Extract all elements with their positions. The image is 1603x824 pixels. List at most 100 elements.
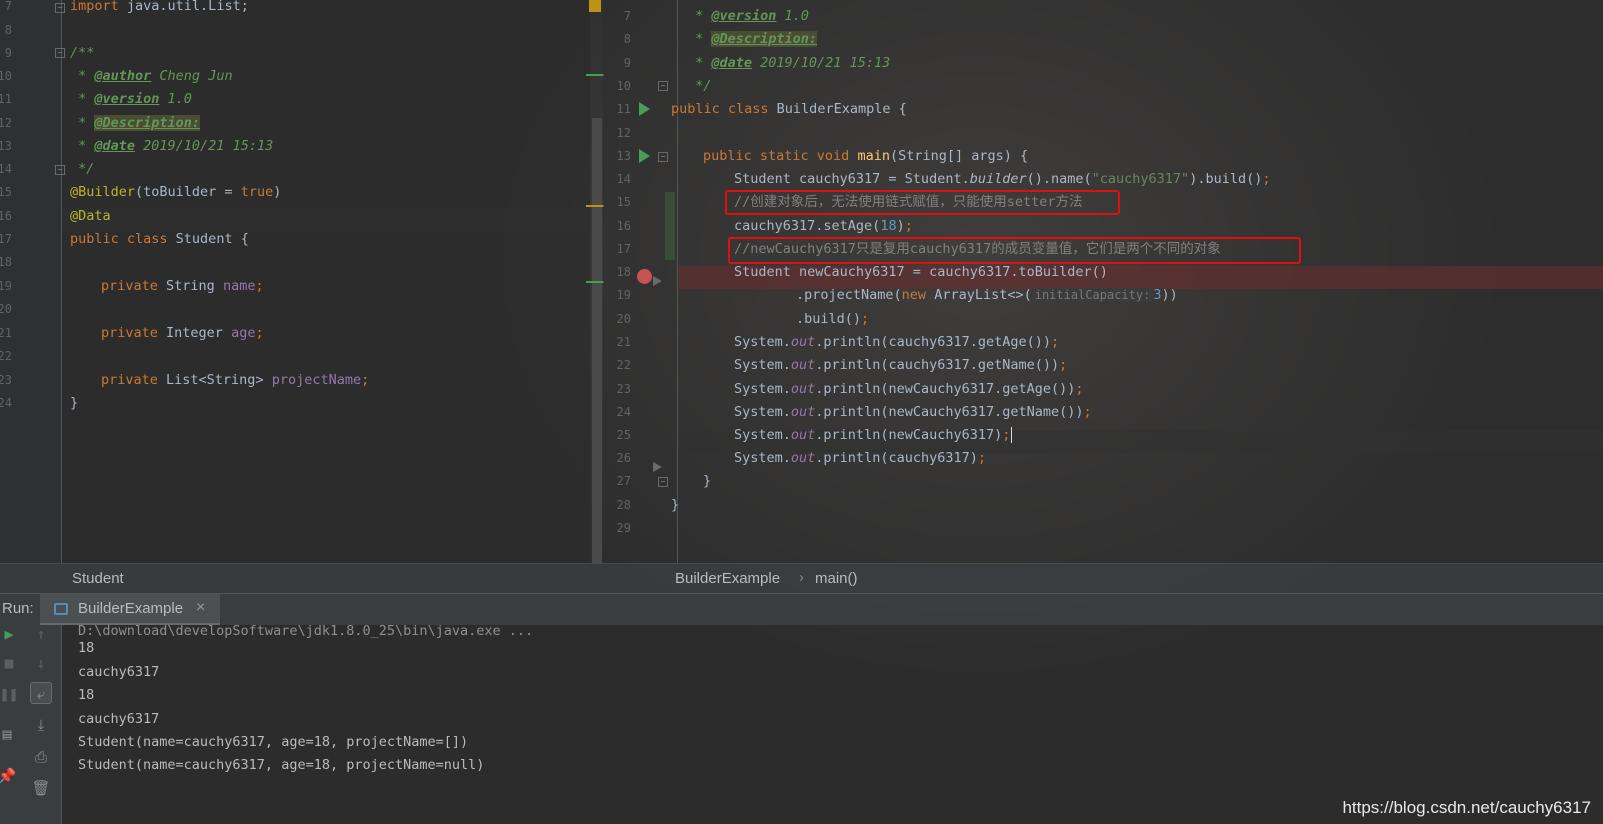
breadcrumb-item[interactable]: BuilderExample [675,570,780,587]
breadcrumb-item[interactable]: main() [815,570,858,587]
breakpoint-icon[interactable] [637,269,652,284]
line-number: 7 [4,0,12,13]
line-number: 10 [616,79,631,93]
run-config-icon [54,603,68,615]
console-line: 18 [78,687,95,703]
console-line: Student(name=cauchy6317, age=18, project… [78,734,469,750]
code-line: } [703,473,712,489]
code-line: private String name; [101,278,264,294]
line-number: 16 [0,209,12,223]
line-number: 23 [0,373,12,387]
line-number: 19 [0,279,12,293]
fold-marker-icon[interactable]: − [658,152,668,162]
code-line: } [671,497,680,513]
line-number: 24 [0,396,12,410]
line-number: 15 [0,185,12,199]
pin-icon[interactable]: 📌 [0,765,18,787]
line-number: 14 [616,172,631,186]
code-line: System.out.println(newCauchy6317.getAge(… [734,381,1084,397]
code-line: import java.util.List; [70,0,249,14]
fold-marker-icon[interactable]: − [55,48,65,58]
left-gutter: 7 8 9 10 11 12 13 14 15 16 17 18 19 20 2… [0,0,65,563]
param-hint: initialCapacity: [1031,288,1154,302]
annotation-box [728,237,1301,264]
line-number: 25 [616,428,631,442]
run-class-icon[interactable] [639,102,650,116]
fold-marker-icon[interactable]: − [55,165,65,175]
breadcrumb-item[interactable]: Student [72,570,124,587]
fold-marker-icon[interactable]: − [658,81,668,91]
fold-marker-icon[interactable]: − [658,477,668,487]
code-line: * @Description: [70,115,201,131]
run-label: Run: [2,600,34,617]
fold-marker-icon[interactable]: − [55,3,65,13]
line-number: 10 [0,69,12,83]
code-line: * @date 2019/10/21 15:13 [687,55,891,71]
code-line: * @Description: [687,31,818,47]
line-number: 17 [616,242,631,256]
tab-builder-example[interactable]: BuilderExample × [40,594,220,625]
line-number: 21 [616,335,631,349]
code-line: cauchy6317.setAge(18); [734,218,913,234]
line-number: 28 [616,498,631,512]
line-number: 15 [616,195,631,209]
soft-wrap-icon[interactable]: ⤶ [30,682,52,704]
line-number: 18 [0,255,12,269]
line-number: 16 [616,219,631,233]
code-line: private Integer age; [101,325,264,341]
fold-arrow-icon[interactable] [653,462,662,472]
line-number: 20 [616,312,631,326]
rerun-icon[interactable]: ▶ [0,623,20,645]
code-line: System.out.println(cauchy6317); [734,450,986,466]
breadcrumb: Student [0,563,603,593]
breadcrumb: BuilderExample › main() [603,563,1603,593]
line-number: 19 [616,288,631,302]
line-number: 12 [616,126,631,140]
pause-icon[interactable]: ❚❚ [0,683,20,705]
line-number: 9 [4,46,12,60]
console-line: Student(name=cauchy6317, age=18, project… [78,757,485,773]
vertical-scrollbar[interactable] [592,118,602,563]
code-line: Student newCauchy6317 = cauchy6317.toBui… [734,264,1108,280]
trash-icon[interactable]: 🗑 [30,777,52,799]
code-line: @Data [70,208,111,224]
change-marker [586,74,604,76]
code-line: * @author Cheng Jun [70,68,233,84]
line-number: 22 [616,358,631,372]
arrow-down-icon[interactable]: ↓ [30,652,52,674]
print-icon[interactable]: ⎙ [30,746,52,768]
console-command: D:\download\developSoftware\jdk1.8.0_25\… [78,623,534,639]
line-number: 18 [616,265,631,279]
ide-window: 7 8 9 10 11 12 13 14 15 16 17 18 19 20 2… [0,0,1603,824]
code-line: @Builder(toBuilder = true) [70,184,282,200]
fold-arrow-icon[interactable] [653,276,662,286]
right-editor-pane[interactable]: 7 8 9 10 11 12 13 14 15 16 17 18 19 20 2… [603,0,1603,563]
code-line: * @version 1.0 [70,91,192,107]
console-output[interactable]: D:\download\developSoftware\jdk1.8.0_25\… [62,623,1603,824]
arrow-up-icon[interactable]: ↑ [30,623,52,645]
line-number: 17 [0,232,12,246]
line-number: 27 [616,474,631,488]
code-line: .projectName(new ArrayList<>(initialCapa… [796,287,1178,303]
tab-title: BuilderExample [78,600,184,617]
left-editor-pane[interactable]: 7 8 9 10 11 12 13 14 15 16 17 18 19 20 2… [0,0,604,563]
change-marker [586,205,604,207]
code-line: /** [70,45,95,61]
code-line: System.out.println(cauchy6317.getName())… [734,357,1068,373]
line-number: 8 [623,32,631,46]
console-line: 18 [78,640,95,656]
line-number: 11 [616,102,631,116]
run-toolbar: ▶ ↑ ■ ↓ ❚❚ ⤶ ⤓ ▤ ⎙ 📌 🗑 [0,625,62,824]
code-line: Student cauchy6317 = Student.builder().n… [734,171,1271,187]
scroll-to-end-icon[interactable]: ⤓ [30,714,52,736]
code-line: private List<String> projectName; [101,372,370,388]
close-icon[interactable]: × [196,599,205,617]
line-number: 29 [616,521,631,535]
warning-marker-icon[interactable] [589,0,601,12]
run-main-icon[interactable] [639,149,650,163]
line-number: 23 [616,382,631,396]
code-line: System.out.println(newCauchy6317.getName… [734,404,1092,420]
stop-icon[interactable]: ■ [0,652,20,674]
code-line: * @date 2019/10/21 15:13 [70,138,274,154]
layout-icon[interactable]: ▤ [0,723,18,745]
